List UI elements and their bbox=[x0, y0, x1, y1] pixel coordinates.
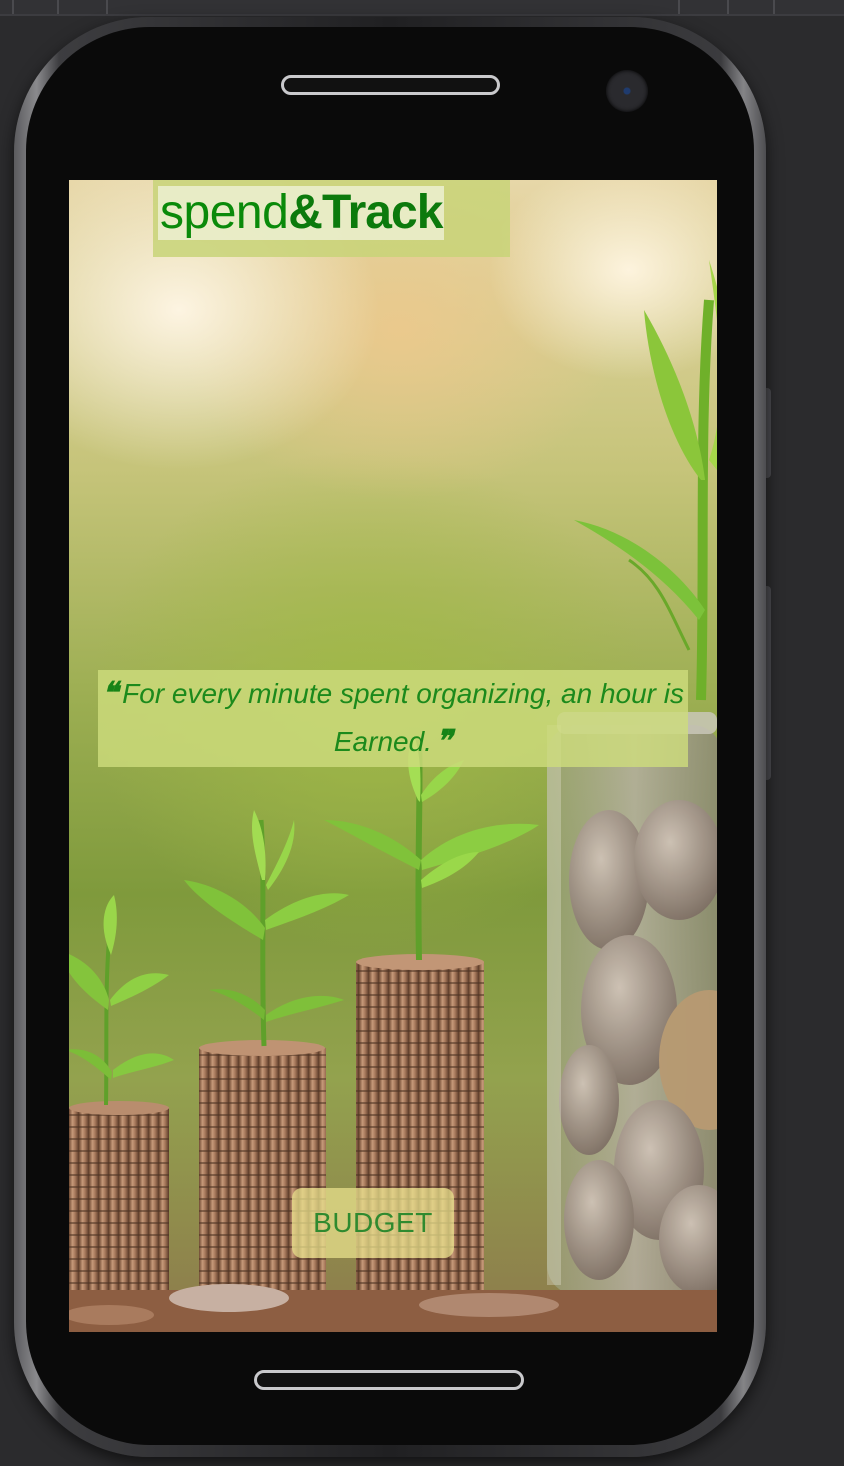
toolbar-separator bbox=[57, 0, 59, 14]
toolbar-separator bbox=[727, 0, 729, 14]
logo-text-track: &Track bbox=[288, 186, 443, 239]
toolbar-separator bbox=[12, 0, 14, 14]
logo-backdrop: spend&Track bbox=[153, 180, 510, 257]
logo-text-spend: spend bbox=[160, 186, 289, 239]
budget-button[interactable]: BUDGET bbox=[292, 1188, 454, 1258]
toolbar-separator bbox=[106, 0, 108, 14]
front-camera bbox=[606, 70, 648, 112]
toolbar-separator bbox=[773, 0, 775, 14]
home-button[interactable] bbox=[254, 1370, 524, 1390]
quote-card: ❝ For every minute spent organizing, an h… bbox=[98, 670, 688, 767]
app-logo: spend&Track bbox=[158, 186, 445, 240]
earpiece-speaker bbox=[281, 75, 500, 95]
quote-text: For every minute spent organizing, an ho… bbox=[122, 678, 684, 757]
emulator-toolbar bbox=[0, 0, 844, 16]
toolbar-separator bbox=[678, 0, 680, 14]
emulator-window: spend&Track ❝ For every minute spent orga… bbox=[0, 0, 844, 1466]
quote-close-icon: ❞ bbox=[435, 724, 453, 759]
quote-open-icon: ❝ bbox=[101, 676, 119, 711]
app-screen: spend&Track ❝ For every minute spent orga… bbox=[69, 180, 717, 1332]
